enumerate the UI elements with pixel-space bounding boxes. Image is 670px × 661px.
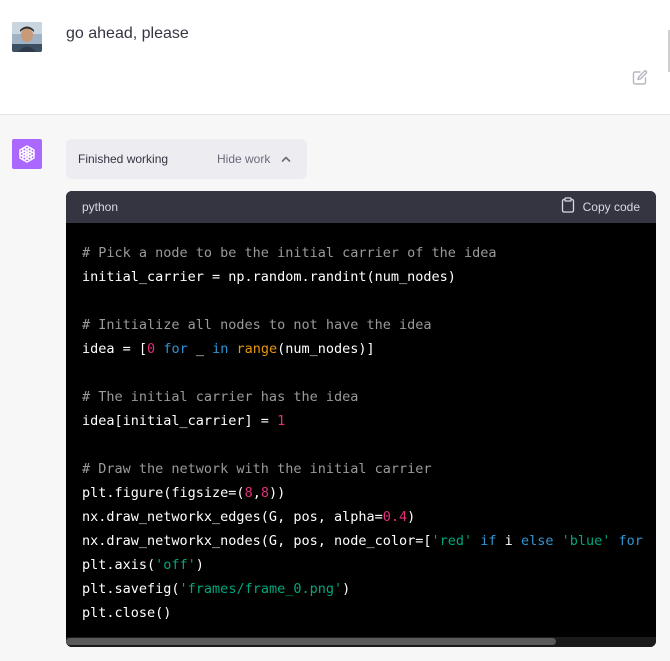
openai-logo-icon	[12, 139, 42, 169]
scrollbar-thumb[interactable]	[66, 638, 556, 645]
copy-code-label: Copy code	[582, 200, 640, 214]
code-line: plt.figure(figsize=(8,8))	[82, 485, 286, 501]
code-line: plt.savefig('frames/frame_0.png')	[82, 581, 351, 597]
code-line: idea = [0 for _ in range(num_nodes)]	[82, 341, 375, 357]
user-message-row: go ahead, please	[0, 0, 670, 115]
code-line: nx.draw_networkx_nodes(G, pos, node_colo…	[82, 533, 643, 549]
code-header: python Copy code	[66, 191, 656, 223]
hide-work-button[interactable]: Hide work	[217, 152, 270, 166]
user-avatar	[12, 22, 42, 52]
user-message-text: go ahead, please	[66, 25, 189, 42]
chevron-up-icon[interactable]	[280, 152, 292, 164]
code-line: idea[initial_carrier] = 1	[82, 413, 286, 429]
code-block: python Copy code # Pick a node to be the…	[66, 191, 656, 647]
clipboard-icon	[561, 196, 575, 218]
code-line: # Draw the network with the initial carr…	[82, 461, 432, 477]
assistant-message-row: Finished working Hide work python Copy c…	[0, 115, 670, 661]
horizontal-scrollbar[interactable]	[66, 637, 656, 647]
code-line: # Initialize all nodes to not have the i…	[82, 317, 432, 333]
code-line: plt.axis('off')	[82, 557, 204, 573]
code-line: plt.close()	[82, 605, 172, 621]
edit-icon[interactable]	[631, 69, 649, 87]
code-line: # Pick a node to be the initial carrier …	[82, 245, 497, 261]
code-line: nx.draw_networkx_edges(G, pos, alpha=0.4…	[82, 509, 416, 525]
code-language-label: python	[82, 200, 119, 214]
work-status-text: Finished working	[78, 152, 169, 166]
code-content: # Pick a node to be the initial carrier …	[82, 241, 656, 621]
copy-code-button[interactable]: Copy code	[561, 196, 640, 218]
work-status-panel: Finished working Hide work	[66, 139, 307, 179]
code-line: # The initial carrier has the idea	[82, 389, 359, 405]
code-line: initial_carrier = np.random.randint(num_…	[82, 269, 456, 285]
